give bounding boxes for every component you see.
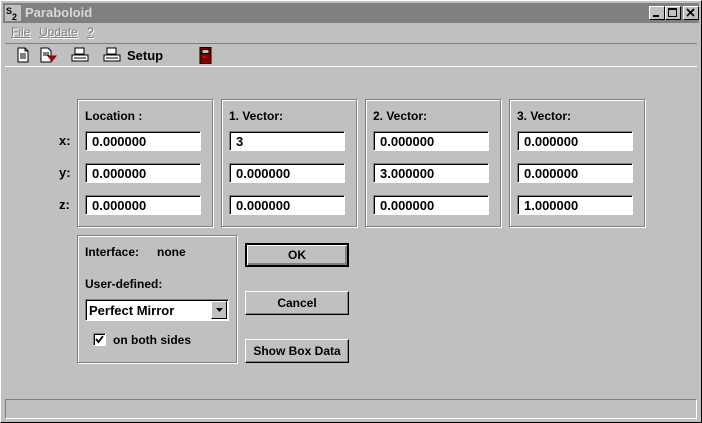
interface-label: Interface: — [85, 245, 140, 259]
print-setup-icon[interactable]: Setup — [103, 47, 173, 63]
status-bar — [5, 399, 697, 419]
vector3-z-field[interactable]: 1.000000 — [517, 195, 633, 215]
svg-text:2: 2 — [12, 12, 17, 21]
maximize-icon[interactable] — [665, 6, 681, 20]
minimize-icon[interactable] — [649, 6, 665, 20]
location-y-field[interactable]: 0.000000 — [85, 163, 201, 183]
menu-bar: File Update ? — [3, 23, 699, 41]
axis-x-label: x: — [59, 133, 71, 148]
menu-file[interactable]: File — [11, 25, 30, 39]
window-title: Paraboloid — [25, 5, 93, 20]
location-z-field[interactable]: 0.000000 — [85, 195, 201, 215]
close-icon[interactable] — [683, 6, 699, 20]
menu-help[interactable]: ? — [87, 25, 94, 39]
location-label: Location : — [85, 109, 143, 123]
save-document-icon[interactable] — [39, 47, 57, 63]
interface-value: none — [157, 245, 186, 259]
location-x-field[interactable]: 0.000000 — [85, 131, 201, 151]
dropdown-arrow-icon[interactable] — [211, 301, 227, 319]
menu-update[interactable]: Update — [39, 25, 78, 39]
vector2-x-field[interactable]: 0.000000 — [373, 131, 489, 151]
vector1-y-field[interactable]: 0.000000 — [229, 163, 345, 183]
title-bar[interactable]: S 2 Paraboloid — [3, 3, 699, 23]
ok-button[interactable]: OK — [245, 243, 349, 267]
vector2-y-field[interactable]: 3.000000 — [373, 163, 489, 183]
vector1-z-field[interactable]: 0.000000 — [229, 195, 345, 215]
vector2-z-field[interactable]: 0.000000 — [373, 195, 489, 215]
axis-y-label: y: — [59, 165, 71, 180]
setup-label[interactable]: Setup — [127, 48, 163, 63]
both-sides-label[interactable]: on both sides — [113, 333, 191, 347]
vector2-label: 2. Vector: — [373, 109, 428, 123]
material-select[interactable]: Perfect Mirror — [85, 299, 229, 321]
axis-z-label: z: — [59, 197, 70, 212]
app-icon[interactable]: S 2 — [5, 5, 21, 22]
vector3-x-field[interactable]: 0.000000 — [517, 131, 633, 151]
vector1-x-field[interactable]: 3 — [229, 131, 345, 151]
exit-door-icon[interactable] — [199, 47, 213, 64]
both-sides-checkbox[interactable] — [93, 333, 106, 346]
print-icon[interactable] — [71, 47, 89, 63]
paraboloid-window: S 2 Paraboloid File Update ? Setup x: y:… — [0, 0, 702, 423]
user-defined-label: User-defined: — [85, 277, 163, 291]
vector3-y-field[interactable]: 0.000000 — [517, 163, 633, 183]
show-box-data-button[interactable]: Show Box Data — [245, 339, 349, 363]
toolbar: Setup — [5, 43, 697, 67]
vector1-label: 1. Vector: — [229, 109, 284, 123]
new-document-icon[interactable] — [15, 47, 31, 63]
vector3-label: 3. Vector: — [517, 109, 572, 123]
material-select-value: Perfect Mirror — [89, 303, 175, 318]
cancel-button[interactable]: Cancel — [245, 291, 349, 315]
